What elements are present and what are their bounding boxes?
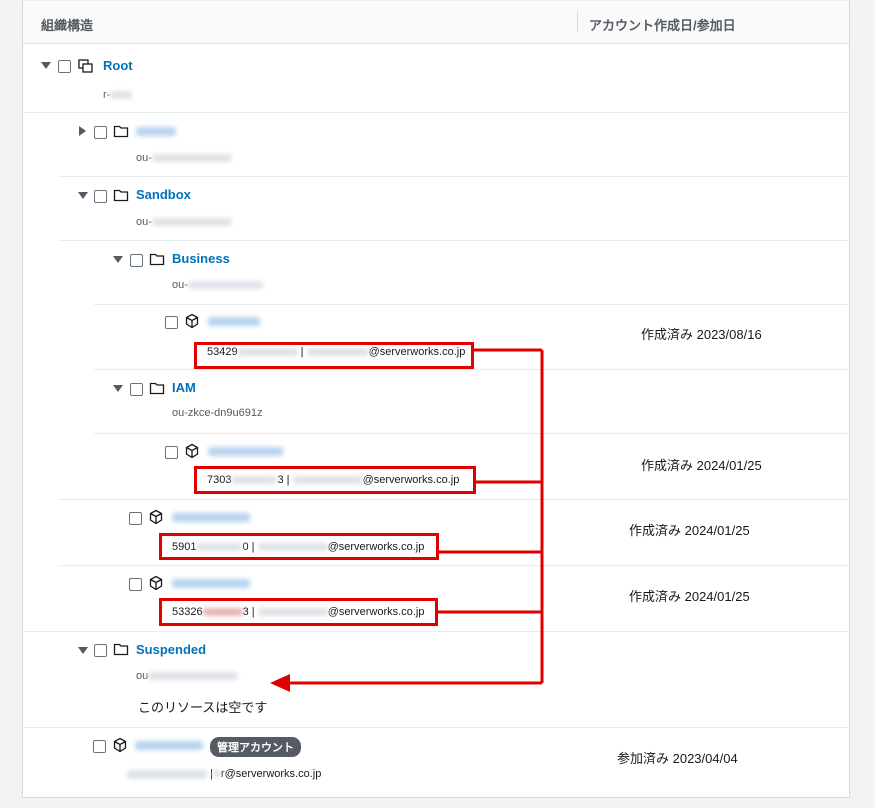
ou-link[interactable] xyxy=(136,127,176,136)
divider xyxy=(58,499,849,500)
expand-ou-caret[interactable] xyxy=(79,126,86,136)
ou-checkbox[interactable] xyxy=(94,126,107,139)
divider xyxy=(23,631,849,632)
account-cube-icon xyxy=(185,443,199,459)
header-date: アカウント作成日/参加日 xyxy=(589,18,736,33)
sandbox-checkbox[interactable] xyxy=(94,190,107,203)
account-link[interactable] xyxy=(208,447,283,456)
sandbox-link[interactable]: Sandbox xyxy=(136,187,191,202)
mgmt-account-checkbox[interactable] xyxy=(93,740,106,753)
account-date: 作成済み 2024/01/25 xyxy=(629,589,750,604)
account-checkbox[interactable] xyxy=(129,578,142,591)
folder-icon xyxy=(149,382,165,395)
account-cube-icon xyxy=(185,313,199,329)
iam-link[interactable]: IAM xyxy=(172,380,196,395)
account-checkbox[interactable] xyxy=(165,316,178,329)
business-checkbox[interactable] xyxy=(130,254,143,267)
suspended-id: ou xyxy=(136,670,239,682)
account-date: 作成済み 2023/08/16 xyxy=(641,327,762,342)
root-icon xyxy=(78,59,93,73)
ou-id: ou- xyxy=(136,152,232,164)
account-date: 作成済み 2024/01/25 xyxy=(629,523,750,538)
root-id: r- xyxy=(103,89,133,101)
mgmt-account-date: 参加済み 2023/04/04 xyxy=(617,751,738,766)
account-id-email: 7303 3 | @serverworks.co.jp xyxy=(207,474,460,486)
account-link[interactable] xyxy=(172,579,250,588)
divider xyxy=(58,240,849,241)
iam-checkbox[interactable] xyxy=(130,383,143,396)
mgmt-account-id-email: | r@serverworks.co.jp xyxy=(127,768,321,780)
account-link[interactable] xyxy=(172,513,250,522)
folder-icon xyxy=(113,125,129,138)
divider xyxy=(94,369,849,370)
account-checkbox[interactable] xyxy=(165,446,178,459)
expand-sandbox-caret[interactable] xyxy=(78,192,88,199)
header-separator xyxy=(577,11,578,33)
divider xyxy=(94,304,849,305)
divider xyxy=(23,727,849,728)
expand-suspended-caret[interactable] xyxy=(78,647,88,654)
table-header: 組織構造 アカウント作成日/参加日 xyxy=(23,0,849,44)
root-link[interactable]: Root xyxy=(103,58,133,73)
empty-state-text: このリソースは空です xyxy=(138,700,268,715)
account-id-email: 5901 0 | @serverworks.co.jp xyxy=(172,541,425,553)
account-cube-icon xyxy=(149,509,163,525)
mgmt-account-link[interactable] xyxy=(135,741,203,750)
divider xyxy=(94,433,849,434)
business-id: ou- xyxy=(172,279,263,291)
divider xyxy=(23,112,849,113)
account-link[interactable] xyxy=(208,317,260,326)
account-checkbox[interactable] xyxy=(129,512,142,525)
header-structure: 組織構造 xyxy=(41,18,94,33)
expand-iam-caret[interactable] xyxy=(113,385,123,392)
root-checkbox[interactable] xyxy=(58,60,71,73)
expand-root-caret[interactable] xyxy=(41,62,51,69)
account-cube-icon xyxy=(113,737,127,753)
sandbox-id: ou- xyxy=(136,216,232,228)
suspended-link[interactable]: Suspended xyxy=(136,642,206,657)
account-id-email: 53326 3 | @serverworks.co.jp xyxy=(172,606,425,618)
account-date: 作成済み 2024/01/25 xyxy=(641,458,762,473)
divider xyxy=(58,565,849,566)
divider xyxy=(58,176,849,177)
expand-business-caret[interactable] xyxy=(113,256,123,263)
iam-id: ou-zkce-dn9u691z xyxy=(172,407,263,419)
management-account-badge: 管理アカウント xyxy=(210,737,301,757)
folder-icon xyxy=(149,253,165,266)
folder-icon xyxy=(113,189,129,202)
account-cube-icon xyxy=(149,575,163,591)
suspended-checkbox[interactable] xyxy=(94,644,107,657)
business-link[interactable]: Business xyxy=(172,251,230,266)
account-id-email: 53429 | @serverworks.co.jp xyxy=(207,346,466,358)
folder-icon xyxy=(113,643,129,656)
